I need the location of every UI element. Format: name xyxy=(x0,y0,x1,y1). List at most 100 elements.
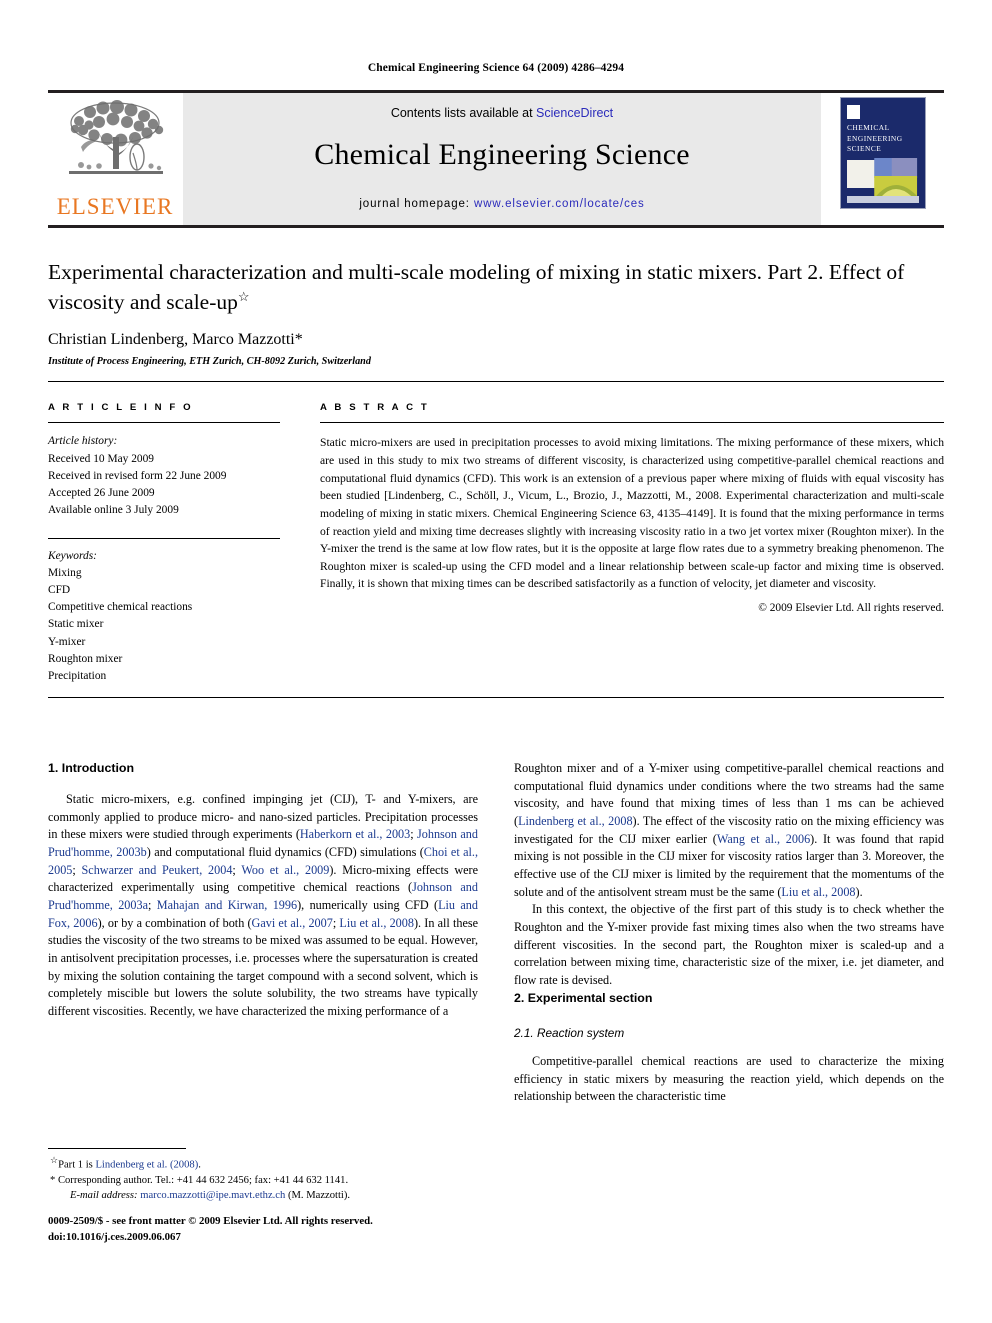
footnote-corresponding-text: Corresponding author. Tel.: +41 44 632 2… xyxy=(55,1174,349,1186)
citation-link[interactable]: Gavi et al., 2007 xyxy=(252,916,333,930)
subsection-heading-reaction-system: 2.1. Reaction system xyxy=(514,1025,625,1040)
masthead-bottom-rule xyxy=(48,225,944,228)
citation-link[interactable]: Lindenberg et al., 2008 xyxy=(518,814,632,828)
abstract-bottom-rule xyxy=(48,696,944,698)
page-title: Experimental characterization and multi-… xyxy=(48,258,944,317)
footnote-rule xyxy=(48,1148,186,1149)
title-footnote-marker[interactable]: ☆ xyxy=(238,289,250,304)
footnote-corresponding-author: * Corresponding author. Tel.: +41 44 632… xyxy=(50,1173,478,1188)
title-bottom-rule xyxy=(48,381,944,383)
footnote-part1-reference[interactable]: Lindenberg et al. (2008) xyxy=(95,1160,198,1171)
email-label: E-mail address: xyxy=(70,1189,138,1201)
body-right-column: Roughton mixer and of a Y-mixer using co… xyxy=(514,760,944,1106)
citation-link[interactable]: Haberkorn et al., 2003 xyxy=(300,827,410,841)
body-text: ; xyxy=(410,827,418,842)
abstract-text: Static micro-mixers are used in precipit… xyxy=(320,436,944,591)
cover-title-line-3: SCIENCE xyxy=(847,144,882,154)
citation-link[interactable]: Liu et al., 2008 xyxy=(781,885,855,899)
contents-prefix: Contents lists available at xyxy=(390,106,537,120)
cover-publisher-mark-icon xyxy=(847,105,860,119)
body-text: ). xyxy=(855,884,863,899)
body-columns: 1. Introduction Static micro-mixers, e.g… xyxy=(48,760,944,1106)
cover-title: CHEMICAL ENGINEERING SCIENCE xyxy=(847,123,919,155)
body-text: ; xyxy=(232,862,242,877)
author-list: Christian Lindenberg, Marco Mazzotti* xyxy=(48,331,303,349)
body-text: ), or by a combination of both ( xyxy=(97,915,252,930)
keyword-item: Roughton mixer xyxy=(48,652,123,665)
footnote-part1-prefix: Part 1 is xyxy=(58,1159,96,1171)
keyword-item: Precipitation xyxy=(48,669,107,682)
abstract-copyright: © 2009 Elsevier Ltd. All rights reserved… xyxy=(758,601,944,614)
journal-article-page: Chemical Engineering Science 64 (2009) 4… xyxy=(0,0,992,1323)
keywords-list: Keywords: Mixing CFD Competitive chemica… xyxy=(48,548,280,685)
abstract-column: A B S T R A C T Static micro-mixers are … xyxy=(320,402,944,684)
issn-line: 0009-2509/$ - see front matter © 2009 El… xyxy=(48,1215,373,1227)
article-history-head: Article history: xyxy=(48,435,118,448)
journal-masthead: ELSEVIER Contents lists available at Sci… xyxy=(48,90,944,225)
journal-cover-thumbnail: CHEMICAL ENGINEERING SCIENCE xyxy=(840,97,926,209)
body-text: ), numerically using CFD ( xyxy=(297,898,439,912)
keywords-block: Keywords: Mixing CFD Competitive chemica… xyxy=(48,538,280,685)
section-heading-introduction: 1. Introduction xyxy=(48,760,135,775)
elsevier-tree-icon xyxy=(59,97,171,194)
body-text: ; xyxy=(147,898,157,912)
footnote-block: ☆Part 1 is Lindenberg et al. (2008). * C… xyxy=(48,1148,478,1203)
contents-available-line: Contents lists available at ScienceDirec… xyxy=(391,106,613,120)
history-item: Received in revised form 22 June 2009 xyxy=(48,469,227,482)
article-info-label: A R T I C L E I N F O xyxy=(48,402,194,414)
body-text: ) and computational fluid dynamics (CFD)… xyxy=(146,844,424,859)
issn-footer: 0009-2509/$ - see front matter © 2009 El… xyxy=(48,1214,508,1245)
title-block: Experimental characterization and multi-… xyxy=(48,258,944,367)
right-paragraph-2: In this context, the objective of the fi… xyxy=(514,902,944,988)
elsevier-wordmark: ELSEVIER xyxy=(56,194,174,219)
keywords-head: Keywords: xyxy=(48,550,97,563)
journal-homepage-link[interactable]: www.elsevier.com/locate/ces xyxy=(474,198,645,210)
citation-link[interactable]: Woo et al., 2009 xyxy=(241,863,329,877)
cover-footer-band xyxy=(847,196,919,203)
cover-title-line-2: ENGINEERING xyxy=(847,133,903,143)
sciencedirect-link[interactable]: ScienceDirect xyxy=(536,106,613,120)
article-info-rule xyxy=(48,422,280,424)
email-owner: (M. Mazzotti). xyxy=(287,1189,351,1201)
history-item: Accepted 26 June 2009 xyxy=(48,486,155,499)
masthead-center: Contents lists available at ScienceDirec… xyxy=(182,93,822,225)
doi-line[interactable]: doi:10.1016/j.ces.2009.06.067 xyxy=(48,1230,508,1246)
intro-paragraph: Static micro-mixers, e.g. confined impin… xyxy=(48,791,478,1021)
citation-link[interactable]: Liu et al., 2008 xyxy=(339,916,414,930)
article-info-column: A R T I C L E I N F O Article history: R… xyxy=(48,402,280,684)
footnote-email-line: E-mail address: marco.mazzotti@ipe.mavt.… xyxy=(70,1188,478,1203)
running-head: Chemical Engineering Science 64 (2009) 4… xyxy=(367,62,625,74)
journal-homepage-line: journal homepage: www.elsevier.com/locat… xyxy=(359,198,644,210)
body-text: ). In all these studies the viscosity of… xyxy=(48,915,479,1019)
keyword-item: Y-mixer xyxy=(48,635,86,648)
journal-title: Chemical Engineering Science xyxy=(314,138,690,171)
history-item: Available online 3 July 2009 xyxy=(48,503,179,516)
body-left-column: 1. Introduction Static micro-mixers, e.g… xyxy=(48,760,478,1106)
article-title-text: Experimental characterization and multi-… xyxy=(48,260,905,314)
body-text: ; xyxy=(72,862,82,877)
cover-artwork xyxy=(847,158,919,196)
footnote-star-marker: ☆ xyxy=(50,1155,59,1165)
citation-link[interactable]: Mahajan and Kirwan, 1996 xyxy=(157,898,297,912)
article-history: Article history: Received 10 May 2009 Re… xyxy=(48,433,280,519)
journal-cover-area: CHEMICAL ENGINEERING SCIENCE xyxy=(822,93,944,225)
affiliation: Institute of Process Engineering, ETH Zu… xyxy=(48,356,371,368)
abstract-rule xyxy=(320,422,944,424)
abstract-label: A B S T R A C T xyxy=(320,402,430,414)
keyword-item: Static mixer xyxy=(48,618,104,631)
info-abstract-row: A R T I C L E I N F O Article history: R… xyxy=(48,402,944,684)
citation-link[interactable]: Schwarzer and Peukert, 2004 xyxy=(82,863,233,877)
cover-title-line-1: CHEMICAL xyxy=(847,123,890,132)
keyword-item: Mixing xyxy=(48,567,82,580)
footnote-part1: ☆Part 1 is Lindenberg et al. (2008). xyxy=(50,1154,478,1173)
keyword-item: Competitive chemical reactions xyxy=(48,601,193,614)
footnote-part1-suffix: . xyxy=(198,1159,201,1171)
email-address-link[interactable]: marco.mazzotti@ipe.mavt.ethz.ch xyxy=(140,1190,285,1201)
history-item: Received 10 May 2009 xyxy=(48,452,154,465)
homepage-prefix: journal homepage: xyxy=(359,198,474,210)
section-heading-experimental: 2. Experimental section xyxy=(514,990,653,1005)
keywords-rule xyxy=(48,538,280,540)
keyword-item: CFD xyxy=(48,584,71,597)
right-paragraph-1: Roughton mixer and of a Y-mixer using co… xyxy=(514,760,944,902)
citation-link[interactable]: Wang et al., 2006 xyxy=(717,832,810,846)
